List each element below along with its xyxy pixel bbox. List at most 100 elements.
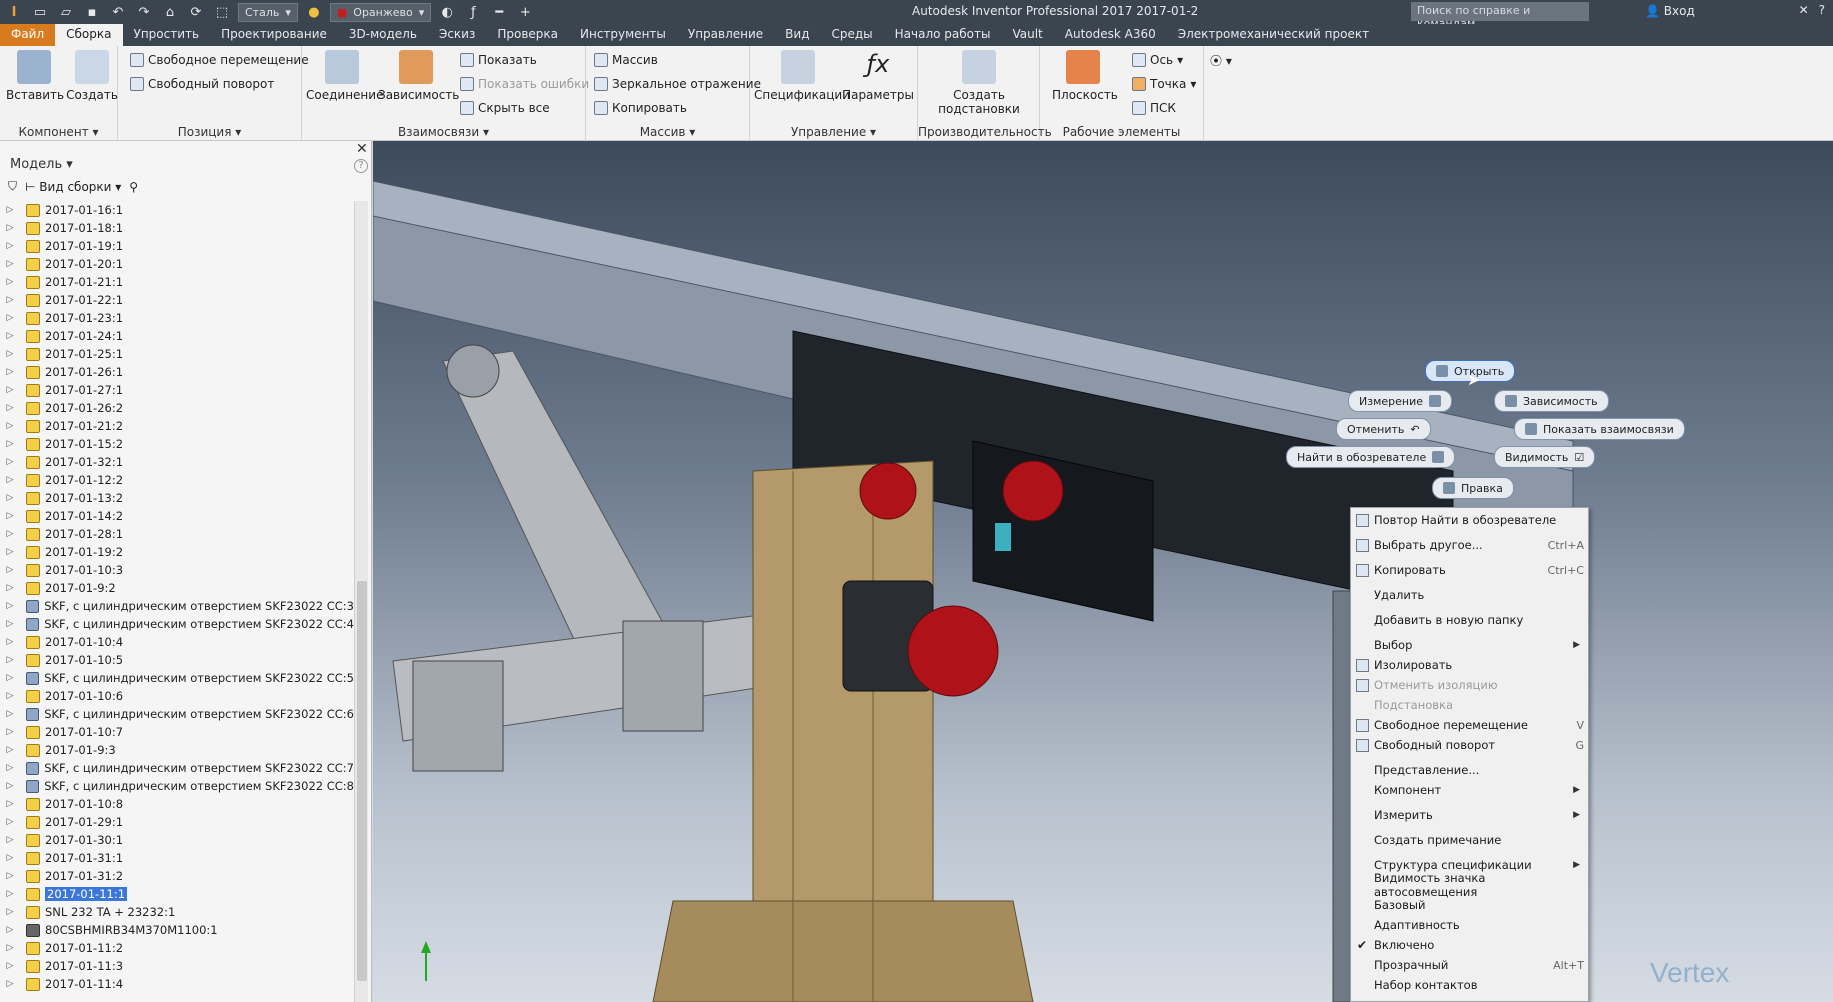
expand-icon[interactable]: ▷ — [4, 601, 16, 611]
tree-item[interactable]: ▷ 2017-01-23:1 — [4, 309, 354, 327]
help-icon[interactable]: ? — [354, 159, 368, 173]
tab-5[interactable]: Эскиз — [428, 24, 486, 46]
context-menu-item[interactable]: Выбрать другое... Ctrl+A — [1351, 535, 1588, 555]
tab-9[interactable]: Вид — [774, 24, 820, 46]
login-button[interactable]: 👤 Вход — [1645, 4, 1695, 18]
undo-icon[interactable]: ↶ — [108, 2, 128, 22]
tree-item[interactable]: ▷ 2017-01-18:1 — [4, 219, 354, 237]
filter-icon[interactable]: ⛉ — [8, 179, 17, 194]
assembly-3d-model[interactable] — [373, 141, 1833, 1002]
context-menu-item[interactable]: Адаптивность — [1351, 915, 1588, 935]
panel-title-component[interactable]: Компонент ▾ — [0, 125, 117, 139]
context-menu-item[interactable]: Повтор Найти в обозревателе — [1351, 510, 1588, 530]
tree-item[interactable]: ▷ 2017-01-14:2 — [4, 507, 354, 525]
context-menu-item[interactable]: Базовый — [1351, 895, 1588, 915]
expand-icon[interactable]: ▷ — [4, 853, 16, 863]
context-menu-item[interactable]: Добавить в новую папку — [1351, 610, 1588, 630]
context-menu-item[interactable]: Изолировать — [1351, 655, 1588, 675]
tree-item[interactable]: ▷ 2017-01-20:1 — [4, 255, 354, 273]
tree-item[interactable]: ▷ 2017-01-28:1 — [4, 525, 354, 543]
context-menu-item[interactable]: Выбор ▶ — [1351, 635, 1588, 655]
tree-item[interactable]: ▷ SKF, с цилиндрическим отверстием SKF230… — [4, 759, 354, 777]
tree-item[interactable]: ▷ 2017-01-26:2 — [4, 399, 354, 417]
tab-6[interactable]: Проверка — [486, 24, 569, 46]
scrollbar-thumb[interactable] — [357, 581, 367, 981]
tree-item[interactable]: ▷ 2017-01-10:3 — [4, 561, 354, 579]
context-menu-item[interactable]: Набор контактов — [1351, 975, 1588, 995]
tree-item[interactable]: ▷ 80CSBHMIRB34M370M1100:1 — [4, 921, 354, 939]
tree-item[interactable]: ▷ 2017-01-10:4 — [4, 633, 354, 651]
panel-title-pattern[interactable]: Массив ▾ — [586, 125, 749, 139]
context-menu-item[interactable]: Представление... — [1351, 760, 1588, 780]
expand-icon[interactable]: ▷ — [4, 313, 16, 323]
expand-icon[interactable]: ▷ — [4, 943, 16, 953]
tree-item[interactable]: ▷ 2017-01-11:3 — [4, 957, 354, 975]
tree-item[interactable]: ▷ 2017-01-9:3 — [4, 741, 354, 759]
help-search-input[interactable]: Поиск по справке и командам — [1411, 2, 1589, 30]
context-menu-item[interactable]: Видимость значка автосовмещения — [1351, 871, 1588, 899]
context-menu-item[interactable]: Отменить изоляцию — [1351, 675, 1588, 695]
free-rotate-button[interactable]: Свободный поворот — [130, 74, 274, 94]
close-icon[interactable]: ✕ — [356, 141, 368, 157]
expand-icon[interactable]: ▷ — [4, 295, 16, 305]
marking-show-relations-button[interactable]: Показать взаимосвязи — [1514, 418, 1685, 440]
context-menu-item[interactable]: ✔ Включено — [1351, 935, 1588, 955]
clear-override-icon[interactable]: ◐ — [437, 2, 457, 22]
tree-item[interactable]: ▷ SKF, с цилиндрическим отверстием SKF230… — [4, 615, 354, 633]
expand-icon[interactable]: ▷ — [4, 511, 16, 521]
marking-edit-button[interactable]: Правка — [1432, 477, 1514, 499]
expand-icon[interactable]: ▷ — [4, 781, 16, 791]
marking-visibility-button[interactable]: Видимость ☑ — [1494, 446, 1596, 468]
hide-all-button[interactable]: Скрыть все — [460, 98, 550, 118]
marking-find-in-browser-button[interactable]: Найти в обозревателе — [1286, 446, 1456, 468]
tree-item[interactable]: ▷ 2017-01-10:7 — [4, 723, 354, 741]
tree-item[interactable]: ▷ 2017-01-11:4 — [4, 975, 354, 993]
graphics-viewport[interactable] — [373, 141, 1833, 1002]
save-icon[interactable]: ▪ — [82, 2, 102, 22]
free-move-button[interactable]: Свободное перемещение — [130, 50, 309, 70]
tree-item[interactable]: ▷ SKF, с цилиндрическим отверстием SKF230… — [4, 669, 354, 687]
expand-icon[interactable]: ▷ — [4, 763, 16, 773]
tab-14[interactable]: Электромеханический проект — [1167, 24, 1380, 46]
pattern-button[interactable]: Массив — [594, 50, 658, 70]
expand-icon[interactable]: ▷ — [4, 277, 16, 287]
tree-item[interactable]: ▷ 2017-01-10:6 — [4, 687, 354, 705]
tab-2[interactable]: Упростить — [123, 24, 211, 46]
tree-item[interactable]: ▷ 2017-01-10:5 — [4, 651, 354, 669]
context-menu-item[interactable]: Копировать Ctrl+C — [1351, 560, 1588, 580]
tree-item[interactable]: ▷ SKF, с цилиндрическим отверстием SKF230… — [4, 777, 354, 795]
bom-button[interactable]: Спецификации — [754, 50, 850, 102]
tree-item[interactable]: ▷ 2017-01-11:2 — [4, 939, 354, 957]
help-icon[interactable]: ? — [1819, 3, 1825, 17]
insert-button[interactable]: Вставить — [6, 50, 64, 102]
tree-item[interactable]: ▷ 2017-01-31:2 — [4, 867, 354, 885]
browser-scrollbar[interactable] — [354, 201, 368, 1002]
panel-title-manage[interactable]: Управление ▾ — [750, 125, 917, 139]
expand-icon[interactable]: ▷ — [4, 655, 16, 665]
tab-13[interactable]: Autodesk A360 — [1054, 24, 1167, 46]
plus-icon[interactable]: + — [515, 2, 535, 22]
marking-constraint-button[interactable]: Зависимость — [1494, 390, 1609, 412]
tab-11[interactable]: Начало работы — [884, 24, 1002, 46]
expand-icon[interactable]: ▷ — [4, 493, 16, 503]
context-menu-item[interactable]: Измерить ▶ — [1351, 805, 1588, 825]
open-file-icon[interactable]: ▱ — [56, 2, 76, 22]
mirror-button[interactable]: Зеркальное отражение — [594, 74, 761, 94]
home-icon[interactable]: ⌂ — [160, 2, 180, 22]
expand-icon[interactable]: ▷ — [4, 709, 16, 719]
tree-item[interactable]: ▷ 2017-01-19:1 — [4, 237, 354, 255]
tree-item[interactable]: ▷ SKF, с цилиндрическим отверстием SKF230… — [4, 597, 354, 615]
expand-icon[interactable]: ▷ — [4, 529, 16, 539]
expand-icon[interactable]: ▷ — [4, 223, 16, 233]
create-substitutes-button[interactable]: Создать подстановки — [938, 50, 1020, 116]
expand-icon[interactable]: ▷ — [4, 637, 16, 647]
show-button[interactable]: Показать — [460, 50, 537, 70]
show-errors-button[interactable]: Показать ошибки — [460, 74, 589, 94]
context-menu-item[interactable]: Прозрачный Alt+T — [1351, 955, 1588, 975]
tree-item[interactable]: ▷ 2017-01-27:1 — [4, 381, 354, 399]
copy-button[interactable]: Копировать — [594, 98, 687, 118]
tree-item[interactable]: ▷ 2017-01-32:1 — [4, 453, 354, 471]
expand-icon[interactable]: ▷ — [4, 331, 16, 341]
tree-item[interactable]: ▷ 2017-01-10:8 — [4, 795, 354, 813]
expand-icon[interactable]: ▷ — [4, 907, 16, 917]
